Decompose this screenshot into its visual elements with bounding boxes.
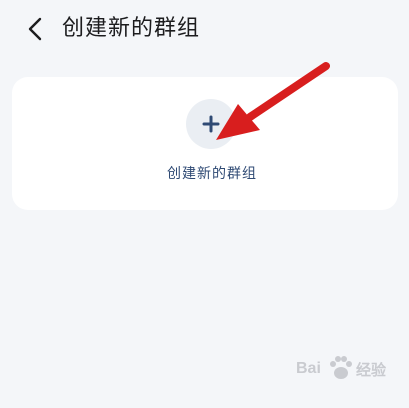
create-group-label: 创建新的群组: [167, 166, 257, 182]
header-bar: 创建新的群组: [0, 0, 409, 62]
back-button[interactable]: [20, 14, 50, 44]
paw-icon: [330, 356, 352, 379]
watermark: Bai 经验: [290, 352, 400, 388]
plus-icon: [202, 115, 220, 133]
add-group-button[interactable]: [186, 99, 236, 149]
watermark-subtext: 经验: [356, 361, 387, 379]
chevron-left-icon: [28, 17, 42, 41]
page-title: 创建新的群组: [62, 16, 201, 41]
watermark-text: Bai: [296, 360, 321, 377]
create-group-card[interactable]: 创建新的群组: [12, 77, 398, 210]
